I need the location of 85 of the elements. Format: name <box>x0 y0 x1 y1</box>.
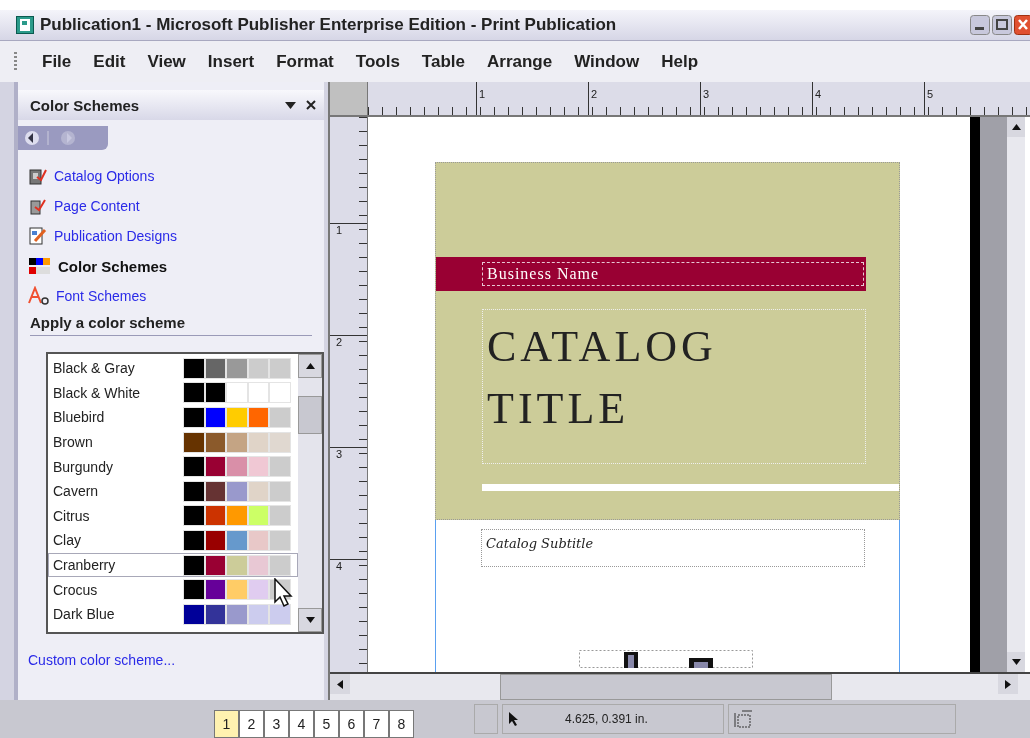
scheme-row[interactable]: Burgundy <box>48 454 298 479</box>
page-tab[interactable]: 2 <box>239 710 264 738</box>
scheme-row[interactable]: Bluebird <box>48 405 298 430</box>
ruler-label: 4 <box>330 559 367 671</box>
ruler-label: 1 <box>476 82 588 115</box>
menu-item[interactable]: Window <box>563 49 651 74</box>
task-link[interactable]: Color Schemes <box>28 256 324 276</box>
page-tab[interactable]: 8 <box>389 710 414 738</box>
scheme-name: Cavern <box>52 483 100 500</box>
close-icon[interactable] <box>306 100 316 110</box>
ruler-label: 1 <box>330 223 367 335</box>
scheme-row[interactable]: Dark Blue <box>48 601 298 627</box>
menu-item[interactable]: File <box>31 49 83 74</box>
page-tab[interactable]: 6 <box>339 710 364 738</box>
minimize-button[interactable] <box>970 15 990 35</box>
ruler-label: 3 <box>700 82 812 115</box>
scroll-down-icon[interactable] <box>305 617 315 623</box>
task-link[interactable]: Catalog Options <box>28 166 324 186</box>
scheme-name: Bluebird <box>52 409 106 426</box>
font-icon <box>28 286 50 306</box>
catalog-subtitle[interactable]: Catalog Subtitle <box>481 529 865 567</box>
page-tab[interactable]: 3 <box>264 710 289 738</box>
catalog-title[interactable]: CATALOG TITLE <box>482 309 866 464</box>
menu-item[interactable]: Insert <box>196 49 266 74</box>
page-tab[interactable]: 7 <box>364 710 389 738</box>
page-tab[interactable]: 5 <box>314 710 339 738</box>
scroll-down-icon[interactable] <box>1011 659 1021 665</box>
menu-item[interactable]: Help <box>650 49 709 74</box>
section-heading: Apply a color scheme <box>30 314 312 336</box>
task-link[interactable]: Page Content <box>28 196 324 216</box>
scroll-left-icon[interactable] <box>337 679 343 689</box>
close-button[interactable] <box>1014 15 1030 35</box>
scheme-row[interactable]: Crocus <box>48 577 298 602</box>
pointer-icon <box>509 712 519 726</box>
scheme-name: Black & Gray <box>52 360 136 377</box>
scheme-name: Black & White <box>52 384 142 401</box>
ruler-label: 3 <box>330 447 367 559</box>
scheme-name: Burgundy <box>52 458 114 475</box>
dropdown-icon[interactable] <box>285 101 296 109</box>
scheme-row[interactable]: Cranberry <box>48 552 298 578</box>
cursor-icon <box>274 578 294 608</box>
ruler-label: 5 <box>924 82 1030 115</box>
menu-item[interactable]: Table <box>410 49 476 74</box>
scrollbar[interactable] <box>298 354 322 632</box>
ruler-label: 4 <box>812 82 924 115</box>
scheme-row[interactable]: Citrus <box>48 503 298 529</box>
scheme-row[interactable]: Black & Gray <box>48 356 298 381</box>
scheme-row[interactable]: Brown <box>48 429 298 455</box>
scroll-right-icon[interactable] <box>1005 679 1011 689</box>
status-panel <box>474 704 498 734</box>
scheme-name: Clay <box>52 532 82 549</box>
menu-item[interactable]: Arrange <box>476 49 564 74</box>
scheme-row[interactable]: Cavern <box>48 478 298 504</box>
page-tab[interactable]: 1 <box>214 710 239 738</box>
scroll-thumb[interactable] <box>298 396 322 434</box>
scroll-up-icon[interactable] <box>305 363 315 369</box>
scheme-row[interactable]: Black & White <box>48 380 298 406</box>
cursor-position: 4.625, 0.391 in. <box>565 712 648 726</box>
scheme-name: Citrus <box>52 507 91 524</box>
menu-item[interactable]: Tools <box>344 49 411 74</box>
custom-scheme-link[interactable]: Custom color scheme... <box>28 652 324 668</box>
design-icon <box>28 226 48 246</box>
ruler-label: 2 <box>330 335 367 447</box>
business-name[interactable]: Business Name <box>482 262 864 286</box>
menu-item[interactable]: Edit <box>82 49 137 74</box>
scheme-name: Crocus <box>52 581 99 598</box>
scheme-row[interactable]: Clay <box>48 528 298 553</box>
catalog-icon <box>28 166 48 186</box>
maximize-button[interactable] <box>992 15 1012 35</box>
ruler-label: 2 <box>588 82 700 115</box>
pane-title: Color Schemes <box>30 96 140 114</box>
scroll-thumb[interactable] <box>500 674 832 700</box>
scheme-name: Brown <box>52 434 94 451</box>
app-icon <box>16 16 34 34</box>
object-size-icon <box>733 709 753 729</box>
color-scheme-icon <box>28 256 52 276</box>
window-title: Publication1 - Microsoft Publisher Enterprise Edition - Print Publication <box>40 15 617 35</box>
scheme-name: Dark Blue <box>52 606 116 623</box>
scheme-name: Cranberry <box>52 557 117 574</box>
task-link[interactable]: Font Schemes <box>28 286 324 306</box>
menu-item[interactable]: Format <box>265 49 345 74</box>
menu-item[interactable]: View <box>136 49 197 74</box>
scroll-up-icon[interactable] <box>1011 124 1021 130</box>
page-tab[interactable]: 4 <box>289 710 314 738</box>
task-link[interactable]: Publication Designs <box>28 226 324 246</box>
